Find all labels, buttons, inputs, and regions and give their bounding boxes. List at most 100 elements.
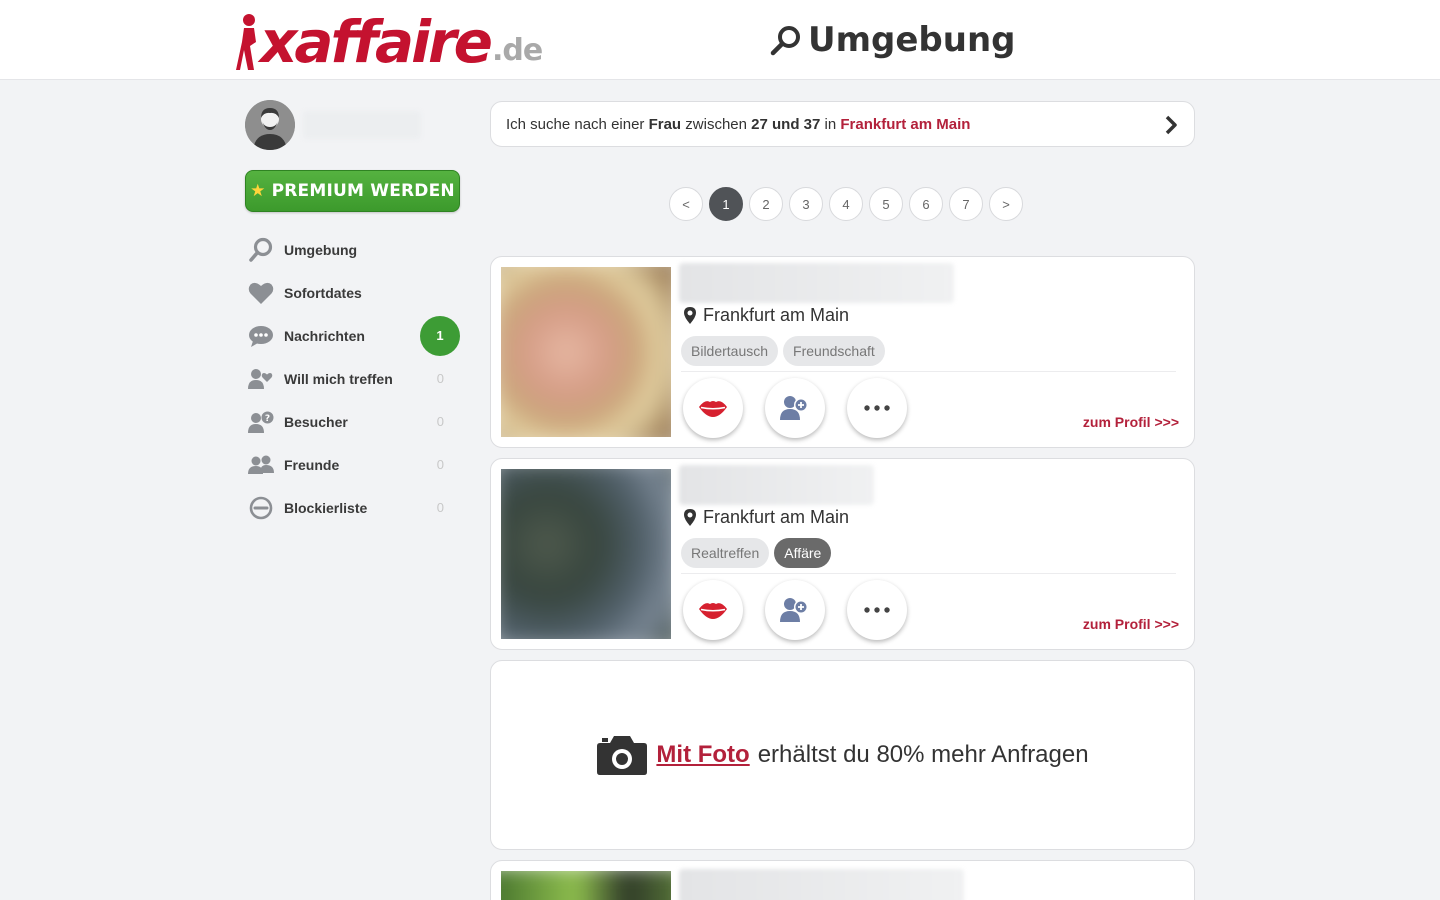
sidebar-item-blockierliste[interactable]: Blockierliste 0 (245, 486, 460, 529)
tag: Realtreffen (681, 538, 770, 568)
site-logo[interactable]: xaffaire .de (234, 8, 543, 76)
profile-photo[interactable] (501, 469, 671, 639)
camera-icon (597, 736, 648, 775)
count: 0 (436, 500, 444, 515)
profile-card (490, 860, 1195, 900)
logo-figure-icon (234, 12, 260, 72)
map-pin-icon (684, 509, 696, 526)
page-title-text: Umgebung (808, 20, 1016, 60)
sidebar-item-label: Will mich treffen (284, 370, 393, 387)
username-blurred (303, 111, 421, 139)
lips-icon (699, 603, 727, 619)
profile-actions (683, 378, 907, 438)
tag-highlighted: Affäre (774, 538, 832, 568)
divider (681, 573, 1176, 574)
add-friend-button[interactable] (765, 378, 825, 438)
page-button-1[interactable]: 1 (709, 187, 743, 221)
page-button-3[interactable]: 3 (789, 187, 823, 221)
add-user-icon (780, 396, 808, 420)
add-user-icon (780, 598, 808, 622)
profile-location: Frankfurt am Main (683, 507, 849, 528)
profile-name-blurred (679, 465, 874, 505)
sidebar-item-label: Besucher (284, 413, 348, 430)
logo-tld: .de (491, 33, 543, 68)
top-header: xaffaire .de Umgebung (0, 0, 1440, 80)
profile-actions (683, 580, 907, 640)
search-icon (770, 26, 800, 56)
view-profile-link[interactable]: zum Profil >>> (1083, 414, 1179, 430)
search-criteria-bar[interactable]: Ich suche nach einer Frau zwischen 27 un… (490, 101, 1195, 147)
more-options-button[interactable] (847, 378, 907, 438)
page-button-4[interactable]: 4 (829, 187, 863, 221)
sidebar-item-label: Blockierliste (284, 499, 368, 516)
users-icon (248, 452, 274, 478)
profile-name-blurred (679, 263, 954, 303)
premium-label: PREMIUM WERDEN (271, 181, 455, 201)
add-photo-link[interactable]: Mit Foto (656, 741, 749, 769)
search-age-range: 27 und 37 (751, 115, 821, 133)
map-pin-icon (684, 307, 696, 324)
page-next-button[interactable]: > (989, 187, 1023, 221)
chat-icon (248, 323, 274, 349)
pagination: < 1 2 3 4 5 6 7 > (669, 187, 1023, 221)
tag: Bildertausch (681, 336, 779, 366)
view-profile-link[interactable]: zum Profil >>> (1083, 616, 1179, 632)
page-button-5[interactable]: 5 (869, 187, 903, 221)
sidebar: ★ PREMIUM WERDEN Umgebung Sofortdates Na… (245, 100, 460, 529)
photo-upload-promo: Mit Foto erhältst du 80% mehr Anfragen (490, 660, 1195, 850)
count: 0 (436, 457, 444, 472)
sidebar-item-label: Freunde (284, 456, 340, 473)
search-in: in (824, 115, 837, 133)
sidebar-item-sofortdates[interactable]: Sofortdates (245, 271, 460, 314)
page-title: Umgebung (770, 20, 1016, 60)
star-icon: ★ (250, 181, 266, 201)
page-prev-button[interactable]: < (669, 187, 703, 221)
search-prefix: Ich suche nach einer (506, 115, 645, 133)
unread-badge: 1 (420, 315, 460, 356)
profile-location: Frankfurt am Main (683, 305, 849, 326)
add-friend-button[interactable] (765, 580, 825, 640)
sidebar-item-nachrichten[interactable]: Nachrichten 1 (245, 314, 460, 357)
search-gender: Frau (648, 115, 682, 133)
kiss-button[interactable] (683, 580, 743, 640)
search-icon (248, 237, 274, 263)
sidebar-item-label: Nachrichten (284, 327, 365, 344)
block-icon (248, 495, 274, 521)
page-button-2[interactable]: 2 (749, 187, 783, 221)
premium-button[interactable]: ★ PREMIUM WERDEN (245, 170, 460, 212)
search-city: Frankfurt am Main (840, 115, 971, 133)
sidebar-item-besucher[interactable]: ? Besucher 0 (245, 400, 460, 443)
user-heart-icon (248, 366, 274, 392)
promo-text: erhältst du 80% mehr Anfragen (757, 741, 1089, 768)
profile-tags: Bildertausch Freundschaft (681, 336, 885, 366)
profile-photo[interactable] (501, 267, 671, 437)
profile-location-text: Frankfurt am Main (703, 305, 850, 325)
more-icon (864, 607, 890, 613)
profile-card: Frankfurt am Main Realtreffen Affäre zum… (490, 458, 1195, 650)
profile-location-text: Frankfurt am Main (703, 507, 850, 527)
sidebar-nav: Umgebung Sofortdates Nachrichten 1 Will … (245, 228, 460, 529)
logo-text: xaffaire (260, 8, 493, 76)
sidebar-item-will-mich-treffen[interactable]: Will mich treffen 0 (245, 357, 460, 400)
more-options-button[interactable] (847, 580, 907, 640)
user-info[interactable] (245, 100, 460, 150)
heart-icon (248, 280, 274, 306)
count: 0 (436, 414, 444, 429)
user-question-icon: ? (248, 409, 274, 435)
search-between: zwischen (685, 115, 747, 133)
sidebar-item-freunde[interactable]: Freunde 0 (245, 443, 460, 486)
count: 0 (436, 371, 444, 386)
kiss-button[interactable] (683, 378, 743, 438)
profile-tags: Realtreffen Affäre (681, 538, 832, 568)
page-button-7[interactable]: 7 (949, 187, 983, 221)
svg-text:?: ? (265, 414, 270, 424)
more-icon (864, 405, 890, 411)
sidebar-item-label: Sofortdates (284, 284, 362, 301)
divider (681, 371, 1176, 372)
tag: Freundschaft (783, 336, 885, 366)
profile-photo[interactable] (501, 871, 671, 900)
chevron-right-icon (1165, 115, 1177, 135)
sidebar-item-umgebung[interactable]: Umgebung (245, 228, 460, 271)
avatar[interactable] (245, 100, 295, 150)
page-button-6[interactable]: 6 (909, 187, 943, 221)
